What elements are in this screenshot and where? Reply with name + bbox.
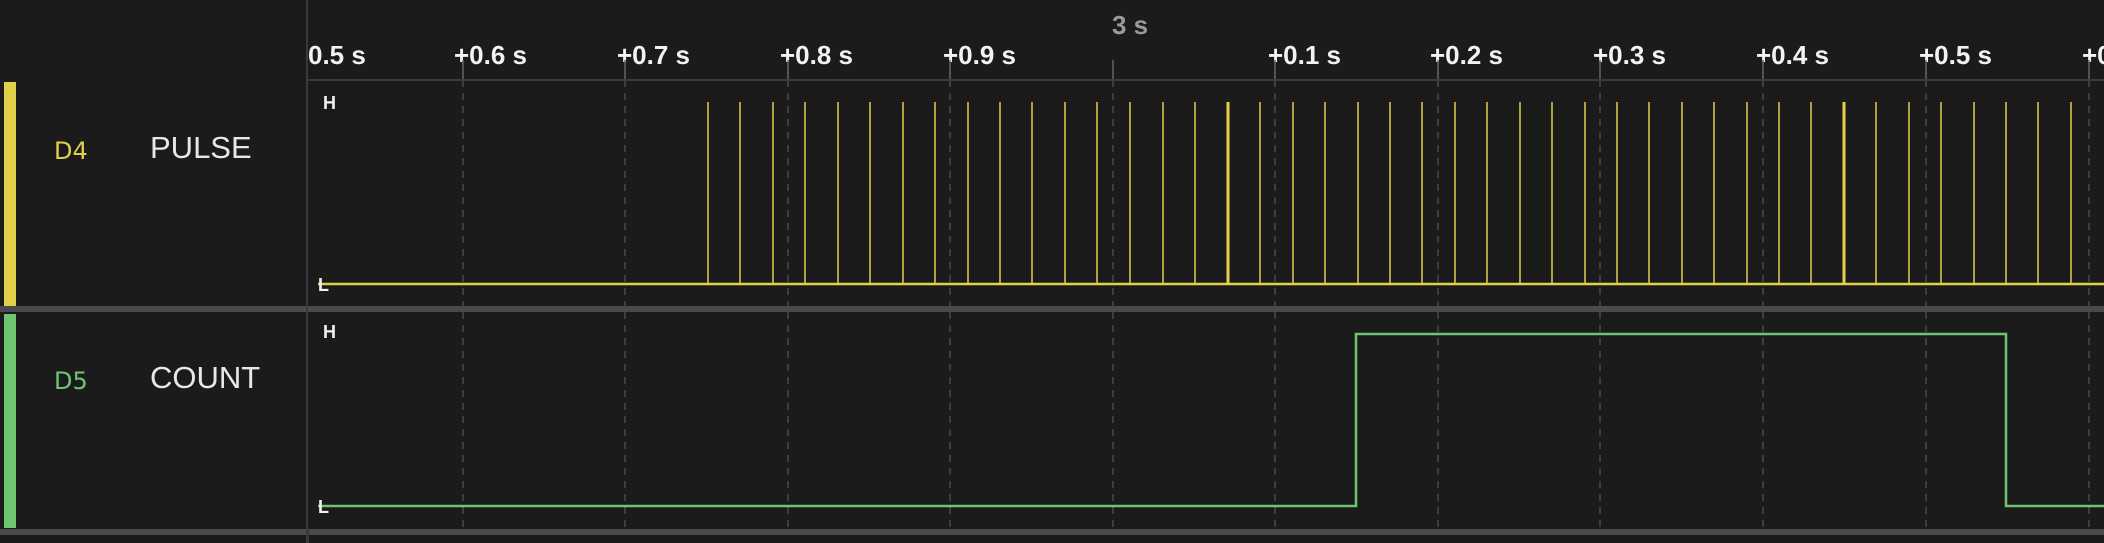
high-level-label: H bbox=[323, 322, 336, 342]
count-waveform bbox=[318, 332, 2104, 508]
high-level-label: H bbox=[323, 93, 336, 113]
waveform-area[interactable] bbox=[0, 0, 2104, 543]
low-level-label: L bbox=[318, 275, 329, 295]
grid-lines bbox=[307, 60, 2104, 543]
count-signal-trace bbox=[318, 332, 2104, 508]
logic-analyzer-view: 3 s 0.5 s +0.6 s +0.7 s +0.8 s +0.9 s +0… bbox=[0, 0, 2104, 543]
sidebar-divider[interactable] bbox=[306, 0, 308, 543]
low-level-label: L bbox=[318, 497, 329, 517]
pulse-waveform bbox=[318, 102, 2104, 286]
